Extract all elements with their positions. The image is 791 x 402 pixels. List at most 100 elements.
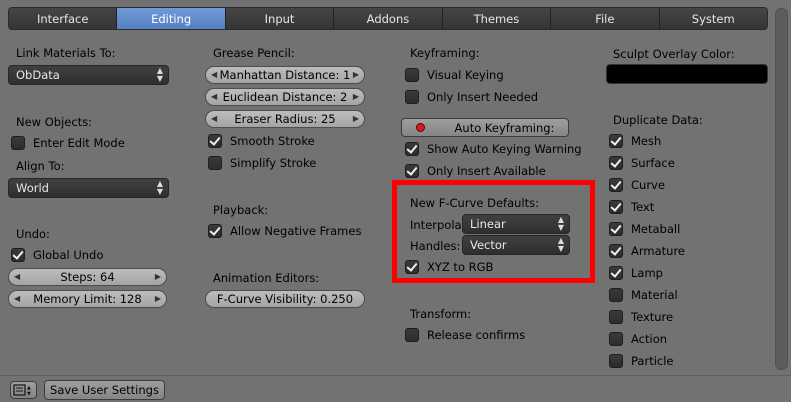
vertical-scrollbar[interactable] <box>775 8 788 370</box>
link-materials-dropdown[interactable]: ObData ▲ ▼ <box>8 65 169 85</box>
memory-limit-value: Memory Limit: 128 <box>33 292 142 306</box>
increment-arrow-icon[interactable]: ▶ <box>353 114 359 123</box>
align-to-label: Align To: <box>16 159 65 173</box>
only-insert-needed-label: Only Insert Needed <box>427 90 539 104</box>
checkbox-checked-icon <box>609 178 623 192</box>
fcurve-visibility-value: F-Curve Visibility: 0.250 <box>216 292 354 306</box>
duplicate-item-label: Particle <box>631 354 674 368</box>
checkbox-checked-icon <box>609 222 623 236</box>
checkbox-checked-icon <box>405 164 419 178</box>
duplicate-item-label: Mesh <box>631 134 662 148</box>
show-auto-keying-warning-checkbox[interactable]: Show Auto Keying Warning <box>405 142 582 156</box>
decrement-arrow-icon[interactable]: ◀ <box>211 92 217 101</box>
checkbox-icon <box>609 332 623 346</box>
new-objects-label: New Objects: <box>16 115 93 129</box>
checkbox-checked-icon <box>609 156 623 170</box>
decrement-arrow-icon[interactable]: ◀ <box>14 294 20 303</box>
checkbox-icon <box>405 328 419 342</box>
checkbox-checked-icon <box>11 248 25 262</box>
steps-field[interactable]: ◀ Steps: 64 ▶ <box>8 268 167 286</box>
fcurve-visibility-field[interactable]: F-Curve Visibility: 0.250 <box>205 290 365 308</box>
global-undo-checkbox[interactable]: Global Undo <box>11 248 103 262</box>
euclidean-distance-field[interactable]: ◀ Euclidean Distance: 2 ▶ <box>205 88 365 106</box>
show-auto-keying-warning-label: Show Auto Keying Warning <box>427 142 582 156</box>
duplicate-item-label: Surface <box>631 156 675 170</box>
euclidean-distance-value: Euclidean Distance: 2 <box>222 90 348 104</box>
tab-input[interactable]: Input <box>225 8 335 29</box>
enter-edit-mode-label: Enter Edit Mode <box>33 136 125 150</box>
tab-themes[interactable]: Themes <box>442 8 552 29</box>
save-user-settings-button[interactable]: Save User Settings <box>44 380 165 400</box>
sculpt-overlay-color-swatch[interactable] <box>606 64 768 84</box>
simplify-stroke-checkbox[interactable]: Simplify Stroke <box>208 156 316 170</box>
duplicate-item-label: Lamp <box>631 266 663 280</box>
duplicate-action-checkbox[interactable]: Action <box>609 332 667 346</box>
duplicate-metaball-checkbox[interactable]: Metaball <box>609 222 680 236</box>
updown-arrows-icon: ▲ ▼ <box>156 179 163 196</box>
duplicate-item-label: Texture <box>631 310 674 324</box>
checkbox-checked-icon <box>405 142 419 156</box>
only-insert-available-label: Only Insert Available <box>427 164 546 178</box>
only-insert-available-checkbox[interactable]: Only Insert Available <box>405 164 546 178</box>
release-confirms-checkbox[interactable]: Release confirms <box>405 328 525 342</box>
record-icon <box>415 123 425 132</box>
eraser-radius-value: Eraser Radius: 25 <box>234 112 336 126</box>
allow-negative-frames-checkbox[interactable]: Allow Negative Frames <box>208 224 361 238</box>
decrement-arrow-icon[interactable]: ◀ <box>211 70 217 79</box>
checkbox-icon <box>609 288 623 302</box>
duplicate-armature-checkbox[interactable]: Armature <box>609 244 685 258</box>
tab-addons[interactable]: Addons <box>334 8 443 29</box>
duplicate-mesh-checkbox[interactable]: Mesh <box>609 134 661 148</box>
checkbox-icon <box>11 136 25 150</box>
increment-arrow-icon[interactable]: ▶ <box>155 294 161 303</box>
duplicate-lamp-checkbox[interactable]: Lamp <box>609 266 663 280</box>
duplicate-curve-checkbox[interactable]: Curve <box>609 178 665 192</box>
preferences-editor-icon: ▲ ▼ <box>13 384 31 397</box>
checkbox-checked-icon <box>609 200 623 214</box>
duplicate-item-label: Curve <box>631 178 665 192</box>
undo-label: Undo: <box>16 227 50 241</box>
updown-arrows-icon: ▲ ▼ <box>156 66 163 83</box>
decrement-arrow-icon[interactable]: ◀ <box>14 272 20 281</box>
visual-keying-label: Visual Keying <box>427 68 504 82</box>
enter-edit-mode-checkbox[interactable]: Enter Edit Mode <box>11 136 125 150</box>
duplicate-text-checkbox[interactable]: Text <box>609 200 654 214</box>
increment-arrow-icon[interactable]: ▶ <box>353 70 359 79</box>
duplicate-material-checkbox[interactable]: Material <box>609 288 678 302</box>
editor-type-menu[interactable]: ▲ ▼ <box>10 381 37 399</box>
visual-keying-checkbox[interactable]: Visual Keying <box>405 68 504 82</box>
increment-arrow-icon[interactable]: ▶ <box>353 92 359 101</box>
decrement-arrow-icon[interactable]: ◀ <box>211 114 217 123</box>
svg-text:▼: ▼ <box>27 391 31 397</box>
align-to-dropdown[interactable]: World ▲ ▼ <box>8 178 169 198</box>
duplicate-item-label: Metaball <box>631 222 681 236</box>
only-insert-needed-checkbox[interactable]: Only Insert Needed <box>405 90 538 104</box>
highlight-box <box>392 180 595 283</box>
duplicate-texture-checkbox[interactable]: Texture <box>609 310 673 324</box>
tab-interface[interactable]: Interface <box>9 8 118 29</box>
memory-limit-field[interactable]: ◀ Memory Limit: 128 ▶ <box>8 290 167 308</box>
playback-label: Playback: <box>213 203 269 217</box>
grease-pencil-label: Grease Pencil: <box>213 46 295 60</box>
auto-keyframing-button[interactable]: Auto Keyframing: <box>401 118 569 137</box>
duplicate-particle-checkbox[interactable]: Particle <box>609 354 674 368</box>
smooth-stroke-checkbox[interactable]: Smooth Stroke <box>208 134 315 148</box>
increment-arrow-icon[interactable]: ▶ <box>155 272 161 281</box>
allow-negative-frames-label: Allow Negative Frames <box>230 224 362 238</box>
checkbox-icon <box>405 68 419 82</box>
checkbox-checked-icon <box>609 244 623 258</box>
duplicate-surface-checkbox[interactable]: Surface <box>609 156 675 170</box>
steps-value: Steps: 64 <box>60 270 115 284</box>
preferences-tab-bar: Interface Editing Input Addons Themes Fi… <box>8 7 768 30</box>
tab-editing[interactable]: Editing <box>117 8 226 29</box>
auto-keyframing-label: Auto Keyframing: <box>454 120 555 135</box>
checkbox-checked-icon <box>208 134 222 148</box>
tab-system[interactable]: System <box>659 8 767 29</box>
manhattan-distance-field[interactable]: ◀ Manhattan Distance: 1 ▶ <box>205 66 365 84</box>
transform-label: Transform: <box>410 307 472 321</box>
checkbox-checked-icon <box>208 224 222 238</box>
duplicate-item-label: Material <box>631 288 678 302</box>
eraser-radius-field[interactable]: ◀ Eraser Radius: 25 ▶ <box>205 110 365 128</box>
tab-file[interactable]: File <box>551 8 660 29</box>
checkbox-icon <box>609 354 623 368</box>
